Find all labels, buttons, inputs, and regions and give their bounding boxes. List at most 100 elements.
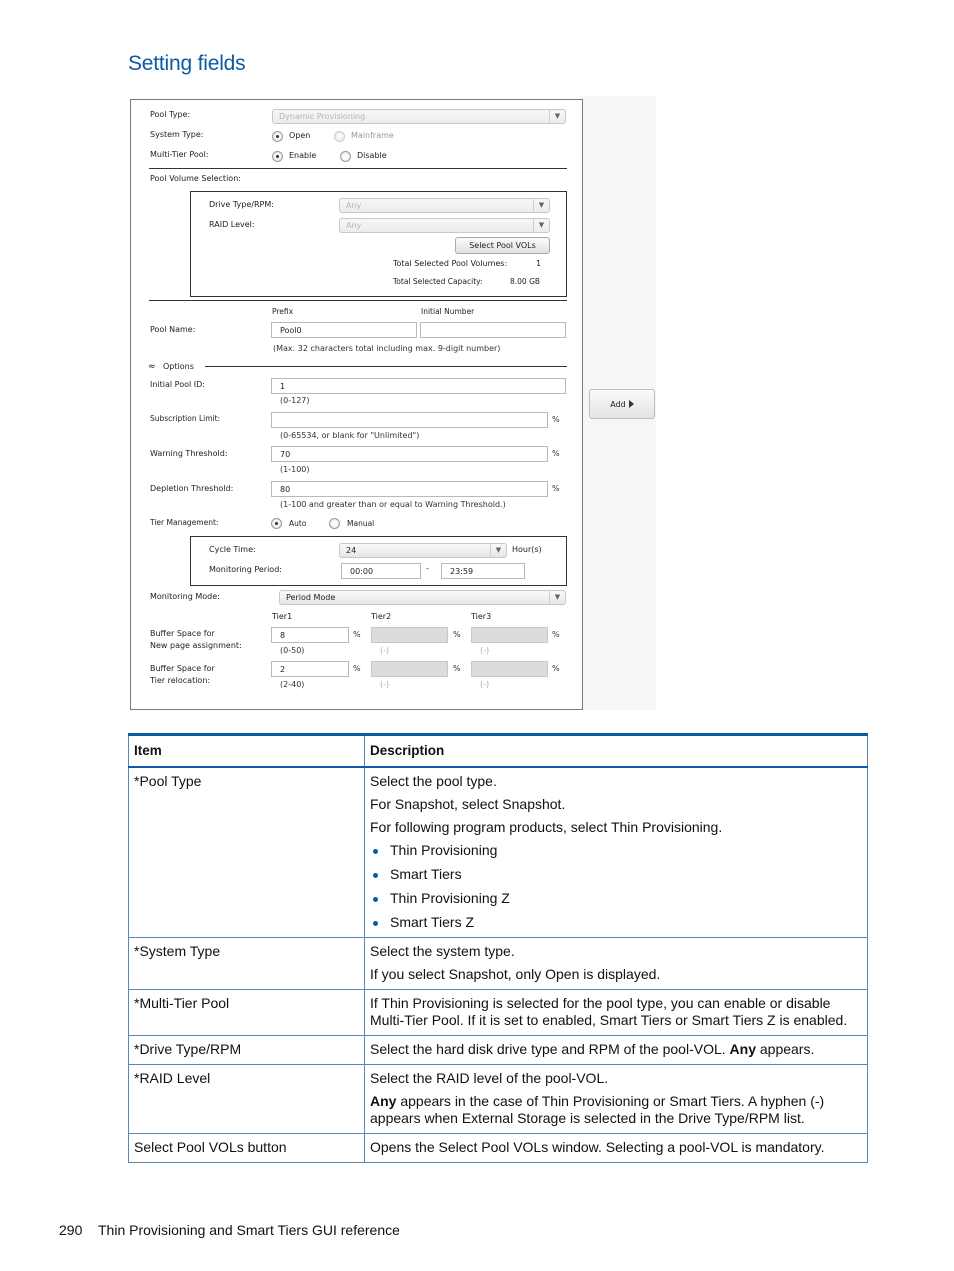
chevron-down-icon: ▼ [549,591,565,604]
system-type-open-radio[interactable] [272,131,283,142]
setting-fields-table: Item Description *Pool Type Select the p… [128,733,868,1163]
subscription-limit-input[interactable] [271,412,548,428]
warning-threshold-label: Warning Threshold: [150,449,228,458]
pool-type-value: Dynamic Provisioning [279,112,366,121]
pool-volume-selection-label: Pool Volume Selection: [150,174,241,183]
page-number: 290 [59,1222,83,1238]
initial-pool-id-input[interactable]: 1 [271,378,566,394]
divider [149,300,567,301]
percent-unit: % [453,664,461,673]
tier-management-manual-label: Manual [347,519,375,528]
item-cell: Select Pool VOLs button [128,1133,365,1163]
tier-schedule-box: Cycle Time: 24 ▼ Hour(s) Monitoring Peri… [190,536,567,586]
list-item: Thin Provisioning Z [370,890,862,907]
monitoring-mode-label: Monitoring Mode: [150,592,220,601]
chapter-title: Thin Provisioning and Smart Tiers GUI re… [98,1222,400,1238]
description-cell: Select the system type. If you select Sn… [364,937,868,990]
item-cell: *Pool Type [128,766,365,938]
total-volumes-value: 1 [536,259,542,268]
system-type-label: System Type: [150,130,204,139]
monitoring-period-start-input[interactable]: 00:00 [341,563,421,579]
prefix-header: Prefix [272,307,294,316]
buffer-new-page-tier2-hint: (-) [380,646,390,655]
add-button[interactable]: Add [589,389,655,419]
cycle-time-select[interactable]: 24 ▼ [339,543,507,558]
description-text: Opens the Select Pool VOLs window. Selec… [370,1139,825,1155]
tier-management-manual-radio[interactable] [329,518,340,529]
description-text: Select the system type. [370,943,515,959]
tier2-header: Tier2 [371,612,392,621]
buffer-new-page-label-1: Buffer Space for [150,629,215,638]
cycle-time-label: Cycle Time: [209,545,256,554]
multi-tier-enable-radio[interactable] [272,151,283,162]
pool-name-prefix-input[interactable]: Pool0 [271,322,417,338]
initial-pool-id-hint: (0-127) [280,396,310,405]
subscription-limit-unit: % [552,415,560,424]
initial-number-header: Initial Number [421,307,475,316]
item-cell: *RAID Level [128,1064,365,1134]
warning-threshold-unit: % [552,449,560,458]
percent-unit: % [453,630,461,639]
description-cell: Select the pool type. For Snapshot, sele… [364,766,868,938]
monitoring-period-end-input[interactable]: 23:59 [441,563,525,579]
buffer-relocation-tier1-input[interactable]: 2 [271,661,349,677]
description-text: For following program products, select T… [370,819,723,835]
pool-name-initial-number-input[interactable] [420,322,566,338]
total-capacity-label: Total Selected Capacity: [393,277,483,286]
tier-management-auto-radio[interactable] [271,518,282,529]
description-text: If Thin Provisioning is selected for the… [370,995,848,1028]
section-title: Setting fields [128,52,246,75]
options-label[interactable]: Options [163,362,194,371]
list-item: Smart Tiers Z [370,914,862,931]
description-cell: Opens the Select Pool VOLs window. Selec… [364,1133,868,1163]
warning-threshold-hint: (1-100) [280,465,310,474]
subscription-limit-hint: (0-65534, or blank for "Unlimited") [280,431,420,440]
drive-type-select[interactable]: Any ▼ [339,198,550,213]
buffer-relocation-tier3-input[interactable] [471,661,548,677]
column-header-item: Item [128,734,365,768]
depletion-threshold-input[interactable]: 80 [271,481,548,497]
buffer-new-page-label-2: New page assignment: [150,641,242,650]
chevron-down-icon: ▼ [490,544,506,557]
buffer-new-page-tier3-hint: (-) [480,646,490,655]
percent-unit: % [353,664,361,673]
description-text-part: appears in the case of Thin Provisioning… [370,1093,825,1126]
buffer-new-page-tier1-input[interactable]: 8 [271,627,349,643]
list-item: Smart Tiers [370,866,862,883]
tier1-header: Tier1 [272,612,293,621]
select-pool-vols-button[interactable]: Select Pool VOLs [455,237,550,254]
raid-level-select[interactable]: Any ▼ [339,218,550,233]
multi-tier-enable-label: Enable [289,151,317,160]
multi-tier-disable-label: Disable [357,151,387,160]
pool-volume-selection-box: Drive Type/RPM: Any ▼ RAID Level: Any ▼ … [190,191,567,297]
description-bold-term: Any [729,1041,756,1057]
play-arrow-icon [628,400,634,408]
buffer-new-page-tier3-input[interactable] [471,627,548,643]
description-cell: If Thin Provisioning is selected for the… [364,989,868,1036]
buffer-relocation-tier2-input[interactable] [371,661,448,677]
description-bold-term: Any [370,1093,397,1109]
description-text: For Snapshot, select Snapshot. [370,796,566,812]
buffer-relocation-label-2: Tier relocation: [150,676,211,685]
pool-type-select[interactable]: Dynamic Provisioning ▼ [272,109,566,124]
item-cell: *System Type [128,937,365,990]
collapse-icon[interactable]: ≈ [148,362,156,372]
system-type-mainframe-label: Mainframe [351,131,394,140]
table-row: *System Type Select the system type. If … [128,937,868,990]
item-cell: *Drive Type/RPM [128,1035,365,1065]
multi-tier-disable-radio[interactable] [340,151,351,162]
subscription-limit-label: Subscription Limit: [150,414,221,423]
description-text-part: appears. [755,1041,815,1057]
buffer-new-page-tier1-hint: (0-50) [280,646,305,655]
warning-threshold-input[interactable]: 70 [271,446,548,462]
cycle-time-value: 24 [346,546,357,555]
buffer-relocation-tier3-hint: (-) [480,680,490,689]
system-type-mainframe-radio[interactable] [334,131,345,142]
buffer-new-page-tier2-input[interactable] [371,627,448,643]
monitoring-mode-select[interactable]: Period Mode ▼ [279,590,566,605]
description-text: Select the hard disk drive type and RPM … [370,1041,862,1058]
table-row: *Drive Type/RPM Select the hard disk dri… [128,1035,868,1065]
system-type-open-label: Open [289,131,311,140]
monitoring-period-label: Monitoring Period: [209,565,282,574]
raid-level-value: Any [346,221,362,230]
